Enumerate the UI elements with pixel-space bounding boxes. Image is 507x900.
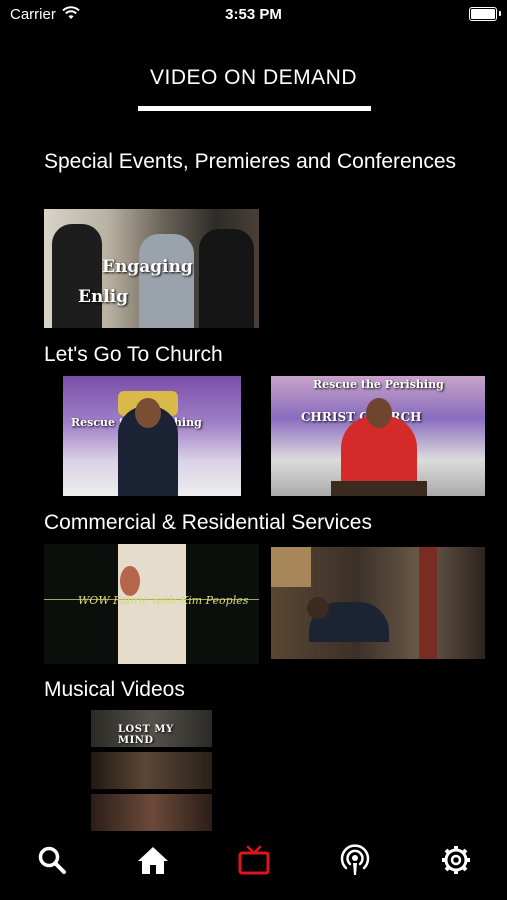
section-title-musical: Musical Videos [44, 678, 185, 701]
video-thumb-musical-2[interactable] [91, 752, 212, 789]
thumb-caption: LOST MY MIND [118, 724, 174, 746]
thumb-figure-head [366, 398, 392, 428]
section-title-church: Let's Go To Church [44, 343, 223, 366]
tab-home[interactable] [133, 840, 173, 880]
podcast-icon [340, 844, 370, 875]
thumb-column [419, 547, 437, 659]
thumb-figure-head [307, 597, 329, 619]
status-time: 3:53 PM [225, 6, 282, 23]
tab-podcast[interactable] [335, 840, 375, 880]
section-title-services: Commercial & Residential Services [44, 511, 372, 534]
thumb-lamp [271, 547, 311, 587]
gear-icon [442, 846, 470, 874]
thumb-figure-head [135, 398, 161, 428]
thumb-caption: WOW Fabric with Kim Peoples [78, 594, 249, 607]
battery-tip [499, 11, 501, 16]
thumb-overlay-text: Engaging [102, 257, 193, 277]
video-thumb-musical-1[interactable]: LOST MY MIND [91, 710, 212, 747]
battery-icon [469, 7, 497, 21]
thumb-figure [52, 224, 102, 328]
tab-tv-active[interactable] [234, 840, 274, 880]
page-title: VIDEO ON DEMAND [149, 66, 358, 89]
title-underline [138, 106, 371, 111]
status-bar: Carrier 3:53 PM [0, 0, 507, 30]
video-thumb-special-events-1[interactable]: Engaging Enlig [44, 209, 259, 328]
tab-search[interactable] [32, 840, 72, 880]
tab-settings[interactable] [436, 840, 476, 880]
video-thumb-services-1[interactable]: WOW Fabric with Kim Peoples [44, 544, 259, 664]
video-thumb-church-1[interactable]: Rescue the Perishing [63, 376, 241, 496]
thumb-podium [331, 481, 427, 496]
thumb-caption: Rescue the Perishing [313, 378, 444, 391]
section-title-special-events: Special Events, Premieres and Conference… [44, 150, 457, 173]
thumb-figure [139, 234, 194, 328]
video-thumb-church-2[interactable]: Rescue the Perishing CHRIST CHURCH [271, 376, 485, 496]
home-icon [138, 847, 168, 874]
thumb-overlay-text: Enlig [78, 287, 129, 307]
thumb-decor [120, 566, 140, 596]
video-thumb-musical-3[interactable] [91, 794, 212, 831]
tv-icon [238, 845, 270, 875]
tab-bar [0, 832, 507, 900]
search-icon [38, 846, 66, 874]
video-thumb-services-2[interactable] [271, 547, 485, 659]
thumb-figure [199, 229, 254, 328]
